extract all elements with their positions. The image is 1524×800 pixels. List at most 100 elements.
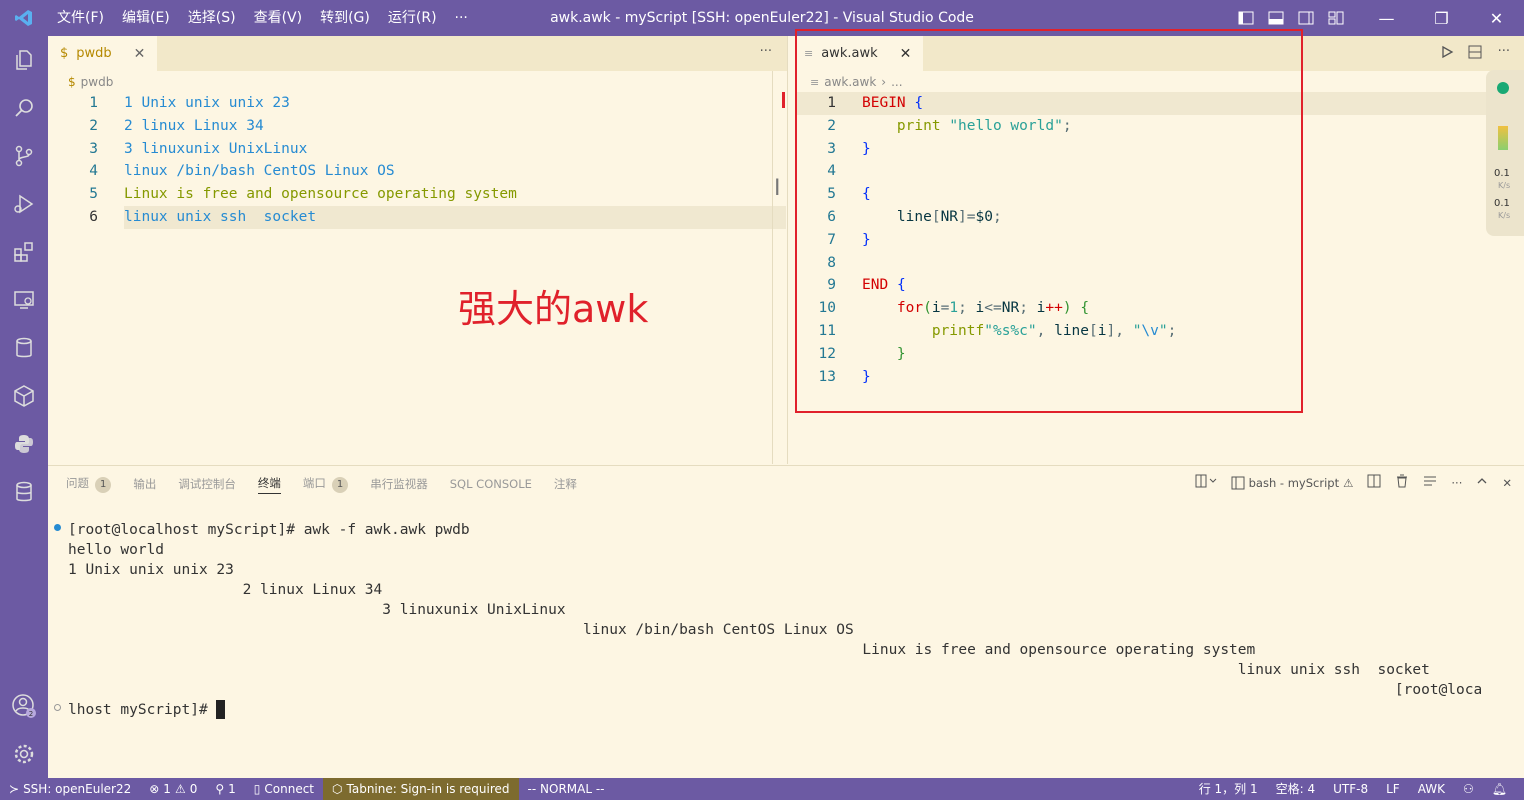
encoding[interactable]: UTF-8 [1324,778,1377,800]
end-of-line[interactable]: LF [1377,778,1409,800]
tab-sql-console[interactable]: SQL CONSOLE [450,477,532,491]
run-file-icon[interactable] [1440,45,1454,63]
terminal-name: bash - myScript [1248,475,1340,490]
terminal-output[interactable]: [root@localhost myScript]# awk -f awk.aw… [68,520,1482,720]
shell-file-icon: $ [60,46,69,61]
feedback-icon[interactable]: ⚇ [1454,778,1483,800]
restore-icon[interactable]: ❐ [1414,0,1469,36]
menu-selection[interactable]: 选择(S) [179,0,245,36]
menu-edit[interactable]: 编辑(E) [113,0,179,36]
customize-layout-icon[interactable] [1326,8,1346,28]
database-icon: ▯ [253,782,261,796]
toggle-secondary-sidebar-icon[interactable] [1296,8,1316,28]
left-editor-tabs: $ pwdb ✕ ··· [48,36,788,71]
tab-serial-monitor[interactable]: 串行监视器 [370,476,428,492]
extensions-icon[interactable] [0,228,48,276]
upload-rate: 0.1 [1494,168,1510,179]
remote-icon: ≻ [9,782,20,796]
breadcrumb-item[interactable]: pwdb [81,75,114,89]
warning-icon: ⚠ [1343,475,1354,490]
meter-bar-icon [1498,126,1508,150]
warning-icon: ⚠ [174,782,186,796]
network-meter-widget[interactable]: 0.1 K/s 0.1 K/s [1486,70,1524,236]
more-actions-icon[interactable]: ··· [760,44,772,59]
maximize-panel-icon[interactable] [1476,475,1488,490]
code-line: 1 Unix unix unix 23 [124,95,290,111]
problems-badge: 1 [95,477,112,493]
settings-gear-icon[interactable] [0,730,48,778]
search-icon[interactable] [0,84,48,132]
vscode-logo-icon [0,0,48,36]
indentation[interactable]: 空格: 4 [1267,778,1325,800]
code-line: Linux is free and opensource operating s… [124,186,517,203]
menu-file[interactable]: 文件(F) [48,0,113,36]
source-control-icon[interactable] [0,132,48,180]
split-editor-icon[interactable] [1468,45,1482,63]
remote-explorer-icon[interactable] [0,276,48,324]
new-terminal-dropdown-icon[interactable] [1195,474,1217,491]
kill-terminal-icon[interactable] [1395,474,1409,491]
terminal-line: 3 linuxunix UnixLinux [68,602,566,618]
terminal-cursor [216,700,226,719]
error-icon: ⊗ [149,782,160,796]
close-window-icon[interactable]: ✕ [1469,0,1524,36]
language-mode[interactable]: AWK [1409,778,1454,800]
close-panel-icon[interactable]: ✕ [1502,476,1512,490]
tab-ports[interactable]: 端口 1 [303,475,349,493]
status-dot-icon [1497,82,1509,94]
panel-tabs: 问题 1 输出 调试控制台 终端 端口 1 串行监视器 SQL CONSOLE 注释 [66,474,577,494]
minimize-icon[interactable]: — [1359,0,1414,36]
cube-extension-icon[interactable] [0,372,48,420]
menu-view[interactable]: 查看(V) [245,0,312,36]
ports-badge: 1 [331,477,349,493]
cursor-position[interactable]: 行 1，列 1 [1190,778,1267,800]
more-actions-icon[interactable]: ··· [1498,44,1510,59]
editor-group-divider[interactable] [787,36,788,464]
code-line: linux unix ssh socket [124,208,317,225]
line-number: 1 [89,95,98,111]
python-icon[interactable] [0,420,48,468]
toggle-primary-sidebar-icon[interactable] [1236,8,1256,28]
tab-terminal[interactable]: 终端 [257,475,281,494]
terminal-instance[interactable]: bash - myScript ⚠ [1231,475,1354,490]
menu-run[interactable]: 运行(R) [379,0,446,36]
accounts-icon[interactable]: 2 [0,682,48,730]
split-terminal-icon[interactable] [1367,474,1381,491]
explorer-icon[interactable] [0,36,48,84]
text-cursor-icon: Ⅰ [774,176,781,201]
tab-comments[interactable]: 注释 [554,476,577,492]
svg-text:2: 2 [29,710,33,718]
close-tab-icon[interactable]: ✕ [134,46,146,62]
toggle-panel-icon[interactable] [1266,8,1286,28]
database-icon[interactable] [0,324,48,372]
terminal-line: [root@localhost myScript]# awk -f awk.aw… [68,522,470,538]
code-line: linux /bin/bash CentOS Linux OS [124,163,395,180]
sql-database-icon[interactable] [0,468,48,516]
tab-pwdb[interactable]: $ pwdb ✕ [48,36,158,71]
line-number: 6 [89,208,98,225]
terminal-line: 1 Unix unix unix 23 [68,562,234,578]
terminal-line: linux /bin/bash CentOS Linux OS [68,622,854,638]
menu-bar: 文件(F) 编辑(E) 选择(S) 查看(V) 转到(G) 运行(R) ··· [48,0,477,36]
command-decoration-icon [54,524,61,531]
terminal-list-icon[interactable] [1423,474,1437,491]
breadcrumb: $ pwdb [68,71,113,93]
more-actions-icon[interactable]: ··· [1451,476,1462,490]
upload-unit: K/s [1498,181,1511,190]
tab-output[interactable]: 输出 [133,476,156,492]
status-bar: ≻ SSH: openEuler22 ⊗ 1 ⚠ 0 ⚲ 1 ▯ Connect ⬡ Tabn… [0,778,1524,800]
notifications-bell-icon[interactable]: 🔔︎ [1483,778,1516,800]
run-debug-icon[interactable] [0,180,48,228]
connect-indicator[interactable]: ▯ Connect [245,778,323,800]
remote-indicator[interactable]: ≻ SSH: openEuler22 [0,778,140,800]
ports-indicator[interactable]: ⚲ 1 [206,778,244,800]
left-editor-code[interactable]: 1 1 Unix unix unix 23 2 2 linux Linux 34 3… [48,92,786,229]
terminal-line: linux unix ssh socket [68,662,1430,678]
highlight-box [795,29,1303,413]
download-rate: 0.1 [1494,198,1510,209]
problems-indicator[interactable]: ⊗ 1 ⚠ 0 [140,778,206,800]
tab-problems[interactable]: 问题 1 [66,475,112,493]
tab-debug-console[interactable]: 调试控制台 [178,476,236,492]
tabnine-indicator[interactable]: ⬡ Tabnine: Sign-in is required [323,778,519,800]
menu-go[interactable]: 转到(G) [311,0,379,36]
